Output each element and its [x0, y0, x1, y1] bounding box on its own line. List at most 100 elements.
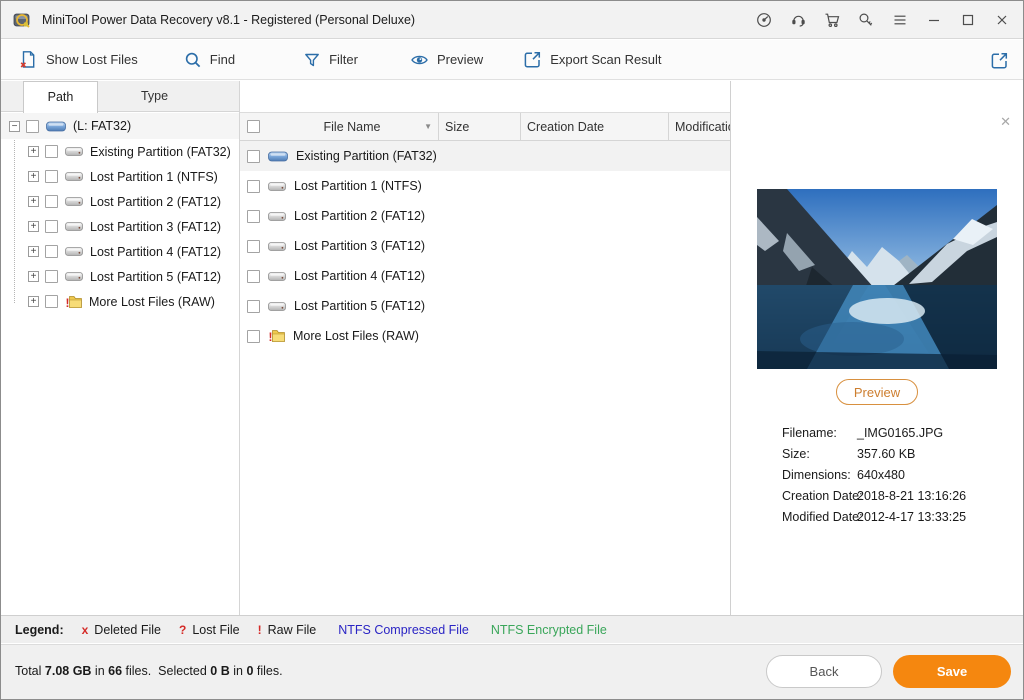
- row-checkbox[interactable]: [247, 299, 260, 313]
- maximize-icon[interactable]: [951, 1, 985, 39]
- row-checkbox[interactable]: [247, 329, 260, 343]
- row-checkbox[interactable]: [247, 179, 260, 193]
- partition-tree: − (L: FAT32) + Existing Partition (FAT32…: [1, 113, 239, 615]
- row-label: Lost Partition 3 (FAT12): [294, 239, 426, 253]
- file-list-row[interactable]: Lost Partition 5 (FAT12): [240, 291, 732, 321]
- status-bar: Total 7.08 GB in 66 files. Selected 0 B …: [1, 644, 1023, 699]
- tree-expand-toggle[interactable]: +: [28, 221, 39, 232]
- row-checkbox[interactable]: [247, 269, 260, 283]
- tree-item[interactable]: + Lost Partition 5 (FAT12): [1, 264, 239, 289]
- tree-item-checkbox[interactable]: [45, 270, 58, 283]
- drive-icon: [268, 241, 286, 252]
- raw-folder-icon: !: [268, 329, 285, 343]
- support-headset-icon[interactable]: [781, 1, 815, 39]
- title-bar: MiniTool Power Data Recovery v8.1 - Regi…: [1, 1, 1023, 39]
- back-button[interactable]: Back: [766, 655, 882, 688]
- file-list-row[interactable]: ! More Lost Files (RAW): [240, 321, 732, 351]
- lost-file-mark-icon: ?: [179, 622, 187, 637]
- preview-button[interactable]: Preview: [410, 51, 483, 69]
- tree-item[interactable]: + Lost Partition 2 (FAT12): [1, 189, 239, 214]
- detail-dimensions: Dimensions: 640x480: [782, 467, 905, 482]
- column-header-modification-date[interactable]: Modification Date: [669, 113, 732, 140]
- tree-expand-toggle[interactable]: +: [28, 196, 39, 207]
- tree-item[interactable]: + Lost Partition 4 (FAT12): [1, 239, 239, 264]
- file-detail-list: Filename: _IMG0165.JPG Size: 357.60 KB D…: [782, 422, 1017, 527]
- file-list-row[interactable]: Lost Partition 4 (FAT12): [240, 261, 732, 291]
- eye-icon: [411, 55, 428, 64]
- tree-item-checkbox[interactable]: [45, 245, 58, 258]
- raw-folder-icon: !: [65, 295, 82, 309]
- selection-summary: Total 7.08 GB in 66 files. Selected 0 B …: [15, 664, 283, 678]
- column-header-creation-date[interactable]: Creation Date: [521, 113, 669, 140]
- tree-item[interactable]: + Existing Partition (FAT32): [1, 139, 239, 164]
- row-checkbox[interactable]: [247, 239, 260, 253]
- bootable-media-disc-icon[interactable]: [747, 1, 781, 39]
- select-all-checkbox[interactable]: [246, 120, 260, 133]
- export-scan-result-label: Export Scan Result: [550, 52, 662, 67]
- tree-collapse-toggle[interactable]: −: [9, 120, 20, 132]
- share-icon[interactable]: [990, 51, 1009, 70]
- show-lost-files-button[interactable]: Show Lost Files: [19, 50, 138, 69]
- legend-ntfs-encrypted: NTFS Encrypted File: [490, 622, 607, 637]
- tree-expand-toggle[interactable]: +: [28, 246, 39, 257]
- row-checkbox[interactable]: [247, 149, 260, 163]
- close-icon[interactable]: [985, 1, 1019, 39]
- column-header-file-name[interactable]: File Name ▼: [266, 113, 439, 140]
- tree-expand-toggle[interactable]: +: [28, 146, 39, 157]
- tree-expand-toggle[interactable]: +: [28, 171, 39, 182]
- tree-item-label: Lost Partition 5 (FAT12): [90, 269, 222, 284]
- svg-text:!: !: [66, 296, 70, 309]
- tree-item-label: More Lost Files (RAW): [89, 294, 215, 309]
- register-key-icon[interactable]: [849, 1, 883, 39]
- detail-filename: Filename: _IMG0165.JPG: [782, 425, 944, 440]
- file-list-row[interactable]: Lost Partition 2 (FAT12): [240, 201, 732, 231]
- tree-item-checkbox[interactable]: [45, 295, 58, 308]
- find-button[interactable]: Find: [184, 51, 235, 69]
- tree-root-label: (L: FAT32): [73, 119, 132, 133]
- tree-root-checkbox[interactable]: [26, 119, 39, 133]
- drive-icon: [65, 146, 83, 157]
- tree-item-checkbox[interactable]: [45, 145, 58, 158]
- tree-expand-toggle[interactable]: +: [28, 271, 39, 282]
- legend-ntfs-compressed: NTFS Compressed File: [338, 622, 469, 637]
- file-list-row[interactable]: Lost Partition 1 (NTFS): [240, 171, 732, 201]
- export-scan-result-button[interactable]: Export Scan Result: [523, 50, 661, 69]
- tree-item[interactable]: + Lost Partition 1 (NTFS): [1, 164, 239, 189]
- tree-item[interactable]: + Lost Partition 3 (FAT12): [1, 214, 239, 239]
- drive-icon: [268, 150, 288, 163]
- preview-close-icon[interactable]: ✕: [1000, 115, 1011, 128]
- drive-icon: [268, 301, 286, 312]
- tree-root-row[interactable]: − (L: FAT32): [1, 113, 239, 139]
- drive-icon: [268, 211, 286, 222]
- sort-desc-icon[interactable]: ▼: [424, 122, 432, 131]
- tree-item-label: Existing Partition (FAT32): [90, 144, 231, 159]
- tree-item-checkbox[interactable]: [45, 170, 58, 183]
- tab-type[interactable]: Type: [98, 81, 211, 112]
- window-title: MiniTool Power Data Recovery v8.1 - Regi…: [42, 12, 416, 27]
- tree-item-checkbox[interactable]: [45, 220, 58, 233]
- tab-path[interactable]: Path: [23, 81, 98, 113]
- filter-button[interactable]: Filter: [303, 51, 358, 69]
- save-button[interactable]: Save: [893, 655, 1011, 688]
- menu-icon[interactable]: [883, 1, 917, 39]
- detail-creation-date: Creation Date: 2018-8-21 13:16:26: [782, 488, 967, 503]
- tree-item-label: Lost Partition 4 (FAT12): [90, 244, 222, 259]
- drive-icon: [65, 221, 83, 232]
- tree-expand-toggle[interactable]: +: [28, 296, 39, 307]
- minimize-icon[interactable]: [917, 1, 951, 39]
- shopping-cart-icon[interactable]: [815, 1, 849, 39]
- file-list-row[interactable]: Existing Partition (FAT32): [240, 141, 732, 171]
- tree-item[interactable]: + ! More Lost Files (RAW): [1, 289, 239, 314]
- drive-icon: [65, 171, 83, 182]
- row-checkbox[interactable]: [247, 209, 260, 223]
- drive-icon: [268, 181, 286, 192]
- main-area: Path Type − (L: FAT32) + Existing Partit…: [1, 81, 1023, 615]
- funnel-icon: [305, 53, 319, 66]
- file-list-row[interactable]: Lost Partition 3 (FAT12): [240, 231, 732, 261]
- tree-item-checkbox[interactable]: [45, 195, 58, 208]
- preview-open-button[interactable]: Preview: [836, 379, 918, 405]
- legend-bar: Legend: x Deleted File ? Lost File ! Raw…: [1, 615, 1023, 643]
- column-header-size[interactable]: Size: [439, 113, 521, 140]
- row-label: Lost Partition 4 (FAT12): [294, 269, 426, 283]
- document-delete-icon: [20, 51, 35, 68]
